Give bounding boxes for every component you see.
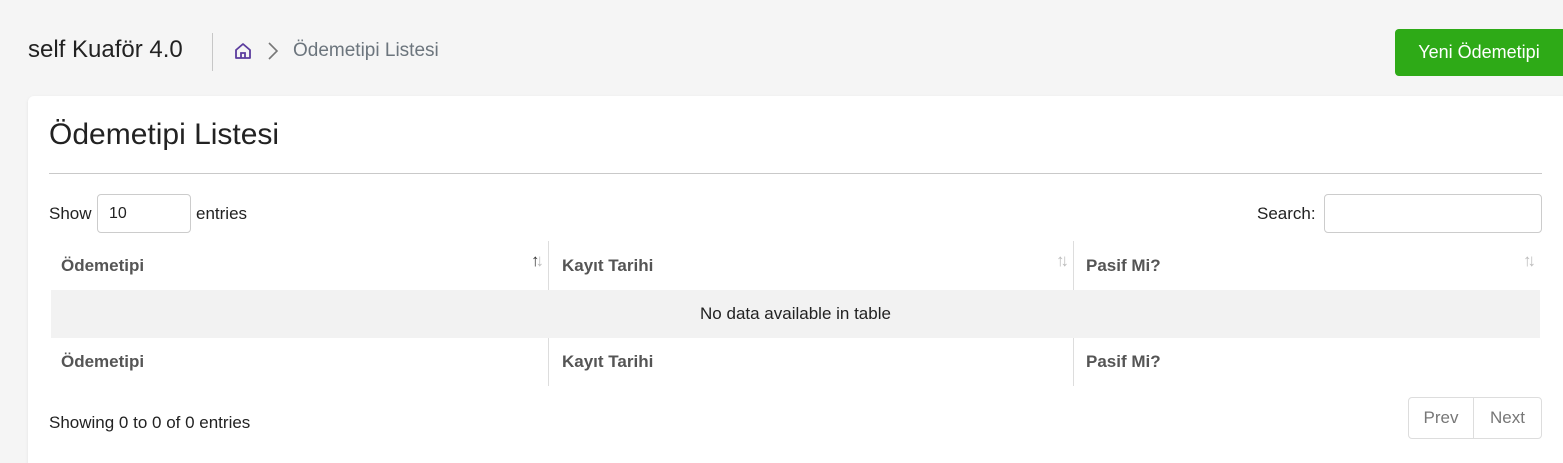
app-title: self Kuaför 4.0 (28, 36, 183, 63)
next-button[interactable]: Next (1474, 398, 1541, 438)
show-label: Show (49, 204, 92, 223)
column-header-kayit-tarihi[interactable]: Kayıt Tarihi ↑↓ (548, 241, 1073, 290)
pagination: Prev Next (1408, 397, 1542, 439)
prev-button[interactable]: Prev (1409, 398, 1474, 438)
title-divider (49, 173, 1542, 174)
home-icon[interactable] (233, 41, 253, 61)
column-header-label: Ödemetipi (61, 255, 145, 275)
list-card: Ödemetipi Listesi Show entries Search: Ö… (28, 96, 1563, 463)
entries-label: entries (196, 204, 248, 223)
sort-icon: ↑↓ (1523, 251, 1536, 270)
header-divider (212, 33, 213, 71)
table-footer-row: Ödemetipi Kayıt Tarihi Pasif Mi? (51, 338, 1540, 386)
page-title: Ödemetipi Listesi (49, 118, 280, 151)
top-bar: self Kuaför 4.0 Ödemetipi Listesi Yeni Ö… (0, 0, 1563, 100)
entries-length-select[interactable] (97, 194, 191, 233)
empty-table-row: No data available in table (51, 290, 1540, 338)
breadcrumb-current: Ödemetipi Listesi (293, 40, 439, 61)
search-input[interactable] (1324, 194, 1542, 233)
search-label: Search: (1257, 204, 1316, 223)
column-footer-odemetipi: Ödemetipi (61, 352, 145, 371)
table-info: Showing 0 to 0 of 0 entries (49, 413, 251, 432)
sort-icon: ↑↓ (1056, 251, 1069, 270)
column-header-label: Pasif Mi? (1086, 255, 1161, 275)
empty-message: No data available in table (700, 304, 891, 323)
new-payment-type-button[interactable]: Yeni Ödemetipi (1395, 29, 1563, 76)
sort-asc-icon: ↑↓ (531, 251, 544, 270)
column-header-pasif-mi[interactable]: Pasif Mi? ↑↓ (1073, 241, 1540, 290)
data-table: Ödemetipi ↑↓ Kayıt Tarihi ↑↓ Pasif Mi? ↑… (51, 241, 1540, 386)
column-footer-pasif-mi: Pasif Mi? (1073, 338, 1540, 386)
column-header-odemetipi[interactable]: Ödemetipi ↑↓ (51, 241, 548, 290)
column-footer-kayit-tarihi: Kayıt Tarihi (548, 338, 1073, 386)
chevron-right-icon (265, 41, 281, 61)
column-header-label: Kayıt Tarihi (562, 255, 654, 275)
table-header-row: Ödemetipi ↑↓ Kayıt Tarihi ↑↓ Pasif Mi? ↑… (51, 241, 1540, 290)
